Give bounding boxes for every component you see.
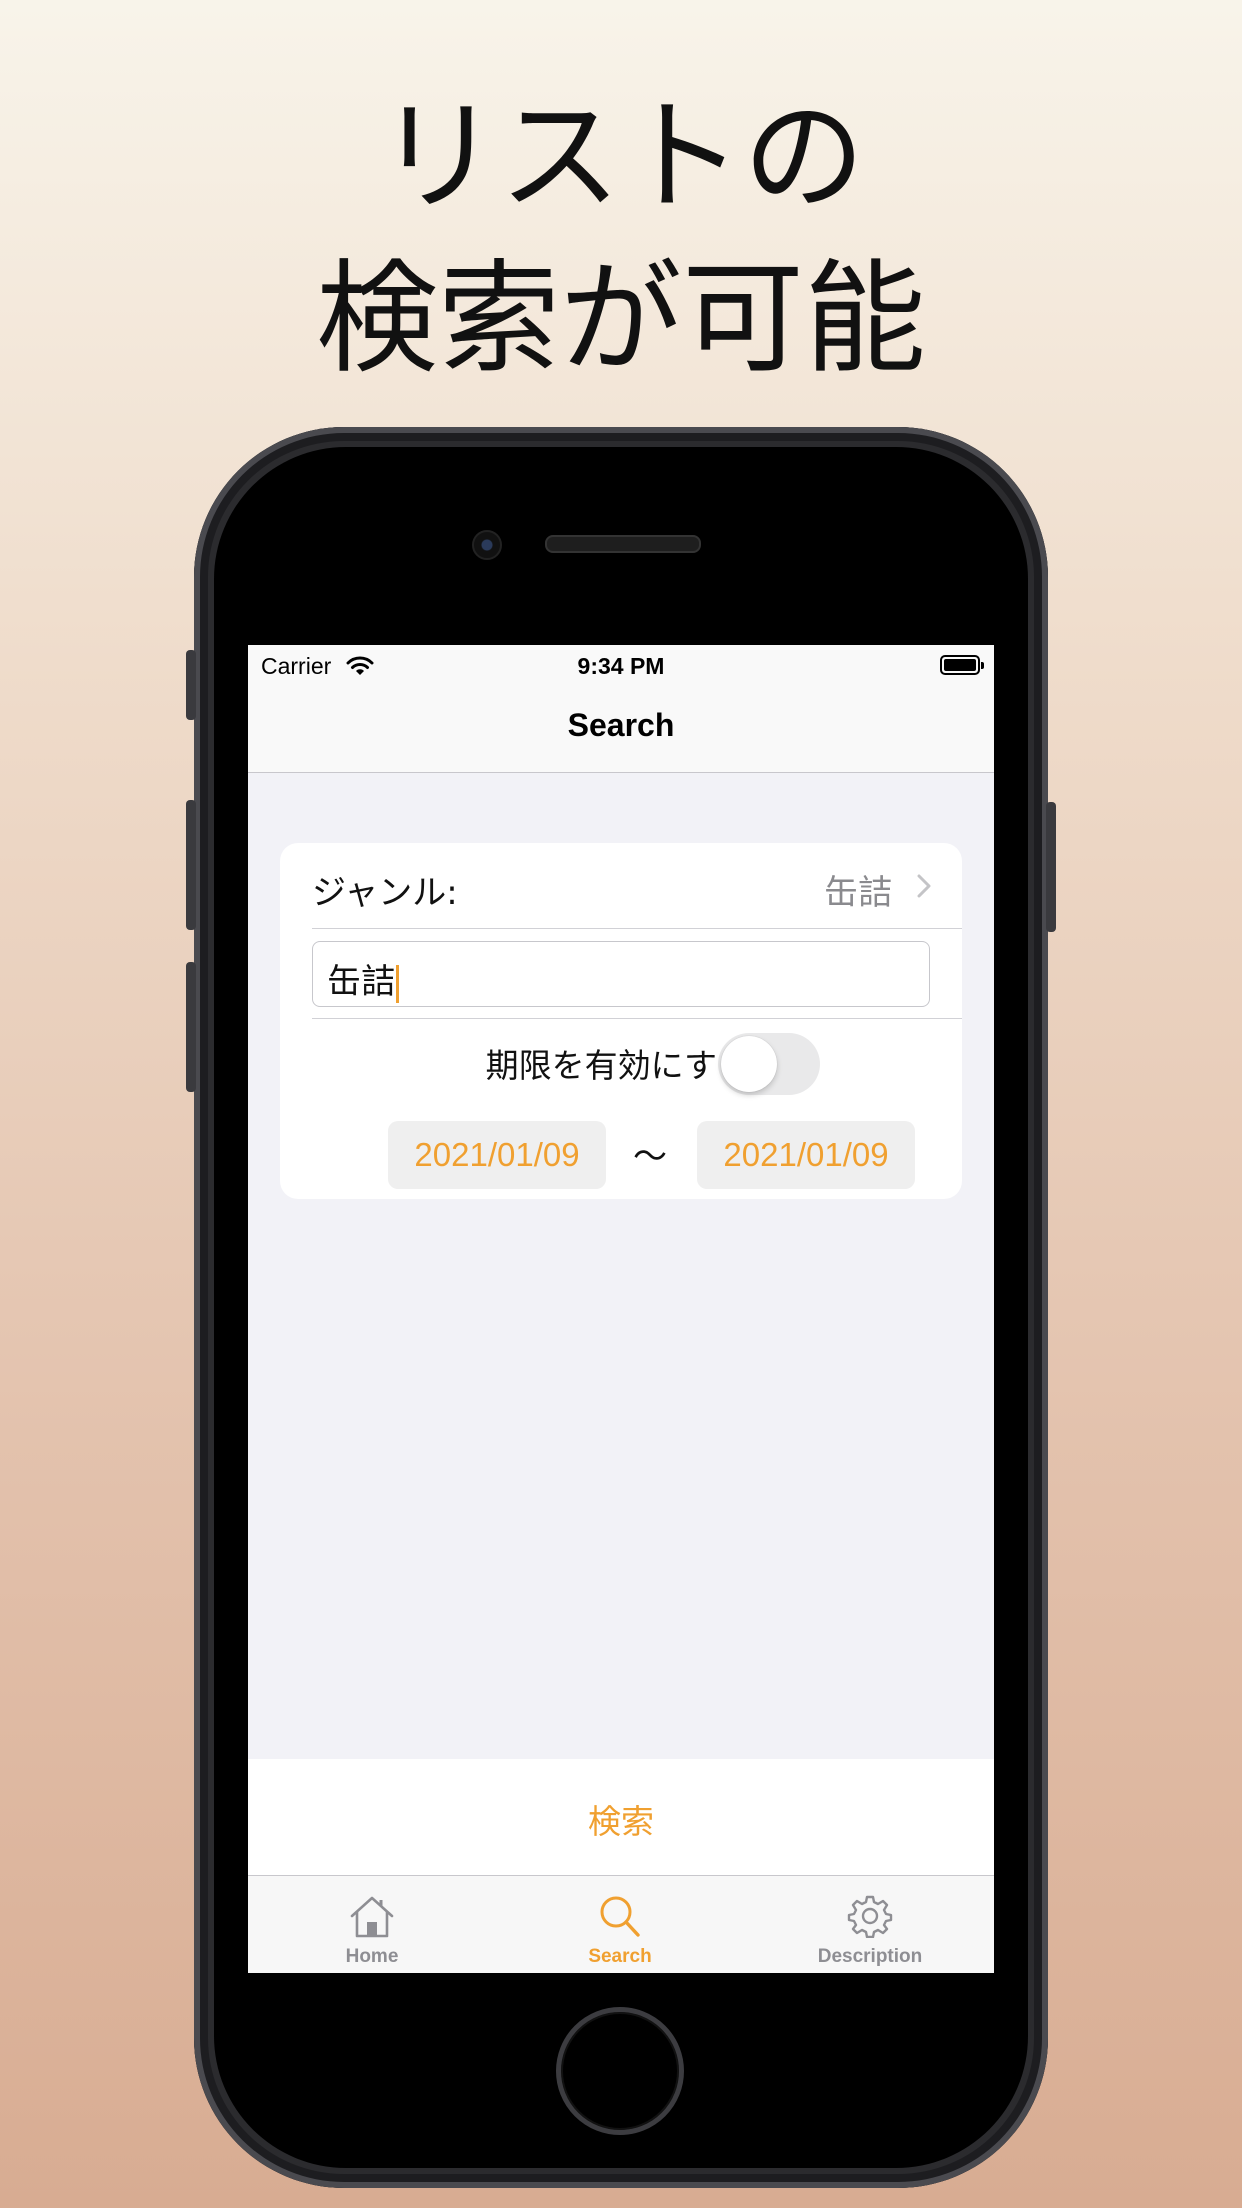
genre-value: 缶詰 (824, 873, 892, 913)
magnifier-icon (600, 1896, 640, 1937)
power-button (1046, 802, 1056, 932)
search-form-card: ジャンル: 缶詰 缶詰 期限を有効にする 2021/01/09 〜 2021/0… (280, 843, 962, 1199)
tab-home[interactable]: Home (248, 1876, 496, 1973)
volume-up-button (186, 800, 196, 930)
search-action-bar: 検索 (248, 1759, 994, 1875)
expiry-toggle-label: 期限を有効にする (485, 1046, 750, 1085)
date-to-picker[interactable]: 2021/01/09 (697, 1121, 915, 1189)
volume-down-button (186, 962, 196, 1092)
status-bar: Carrier 9:34 PM (248, 645, 994, 685)
front-camera (472, 530, 502, 560)
app-screen: Carrier 9:34 PM Search ジャンル: 缶詰 缶詰 期限を有効… (248, 645, 994, 1973)
toggle-knob (721, 1036, 777, 1092)
search-text-input[interactable]: 缶詰 (312, 941, 930, 1007)
battery-icon (940, 655, 984, 675)
tab-description-label: Description (817, 1946, 923, 1967)
house-icon (350, 1896, 394, 1938)
headline-line-1: リストの (377, 86, 865, 228)
earpiece-speaker (545, 535, 701, 553)
home-button[interactable] (556, 2007, 684, 2135)
tab-home-label: Home (345, 1946, 399, 1967)
date-from-picker[interactable]: 2021/01/09 (388, 1121, 606, 1189)
date-range-separator: 〜 (633, 1137, 667, 1177)
expiry-toggle-switch[interactable] (718, 1033, 820, 1095)
genre-label: ジャンル: (312, 873, 458, 913)
chevron-right-icon (916, 873, 932, 903)
gear-icon (847, 1895, 893, 1938)
navigation-bar: Search (248, 685, 994, 773)
search-text-value: 缶詰 (327, 962, 395, 1002)
tab-search[interactable]: Search (496, 1876, 744, 1973)
tab-search-label: Search (588, 1946, 652, 1967)
divider (312, 1018, 962, 1019)
page-title: Search (567, 707, 675, 743)
status-time: 9:34 PM (577, 653, 665, 679)
text-caret (396, 964, 399, 1003)
headline-line-2: 検索が可能 (316, 248, 926, 390)
search-button[interactable]: 検索 (248, 1795, 994, 1843)
tab-description[interactable]: Description (746, 1876, 994, 1973)
tab-bar: Home Search Description (248, 1875, 994, 1973)
divider (312, 928, 962, 929)
genre-row[interactable]: ジャンル: 缶詰 (280, 843, 962, 929)
mute-switch (186, 650, 196, 720)
